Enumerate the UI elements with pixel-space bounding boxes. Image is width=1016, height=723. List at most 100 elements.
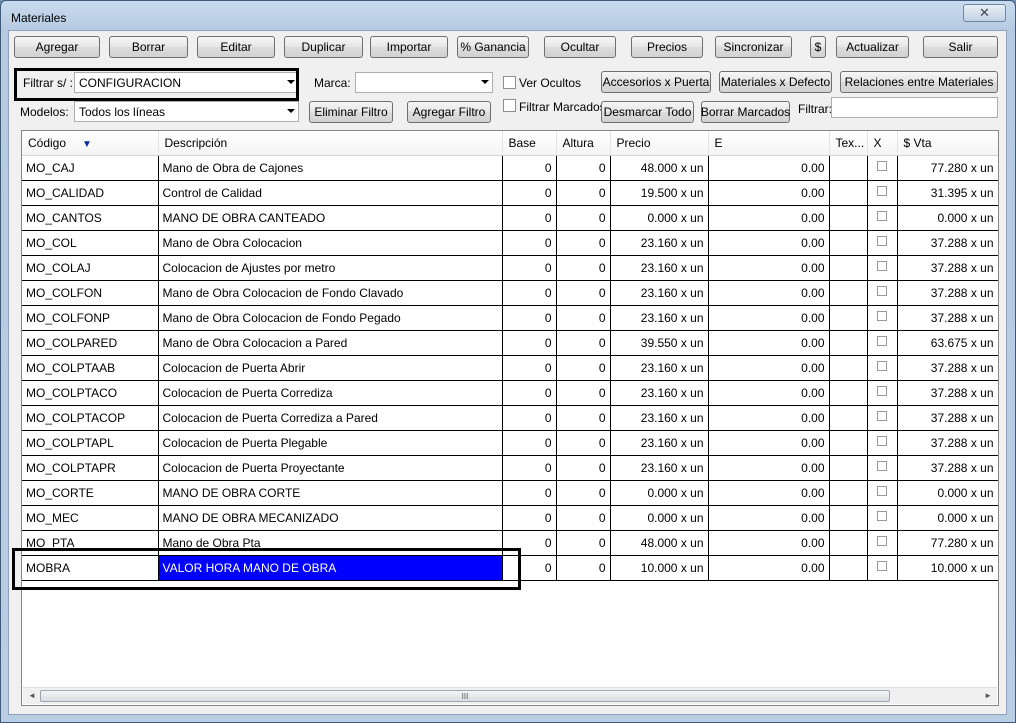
cell-codigo[interactable]: MO_COLPTAPR bbox=[22, 455, 159, 481]
relaciones-materiales-button[interactable]: Relaciones entre Materiales bbox=[840, 71, 998, 93]
cell-tex[interactable] bbox=[829, 480, 868, 506]
cell-codigo[interactable]: MO_COLFONP bbox=[22, 305, 159, 331]
scrollbar-thumb[interactable]: III bbox=[40, 690, 890, 702]
table-row[interactable]: MO_CALIDAD Control de Calidad 0 0 19.500 x u… bbox=[22, 180, 998, 206]
row-checkbox-cell[interactable] bbox=[867, 255, 898, 281]
salir-button[interactable]: Salir bbox=[923, 36, 998, 58]
cell-vta[interactable]: 37.288 x un bbox=[897, 405, 998, 431]
cell-vta[interactable]: 0.000 x un bbox=[897, 480, 998, 506]
row-checkbox-cell[interactable] bbox=[867, 530, 898, 556]
cell-tex[interactable] bbox=[829, 280, 868, 306]
eliminar-filtro-button[interactable]: Eliminar Filtro bbox=[309, 101, 393, 123]
row-checkbox[interactable] bbox=[877, 360, 887, 371]
table-row[interactable]: MO_COLFON Mano de Obra Colocacion de Fond… bbox=[22, 280, 998, 306]
table-row[interactable]: MO_COLPTAPL Colocacion de Puerta Plegable… bbox=[22, 430, 998, 456]
cell-e[interactable]: 0.00 bbox=[708, 205, 830, 231]
cell-codigo[interactable]: MO_COLPARED bbox=[22, 330, 159, 356]
cell-altura[interactable]: 0 bbox=[556, 480, 611, 506]
cell-vta[interactable]: 37.288 x un bbox=[897, 455, 998, 481]
table-row[interactable]: MO_COL Mano de Obra Colocacion 0 0 23.160 x … bbox=[22, 230, 998, 256]
row-checkbox[interactable] bbox=[877, 185, 887, 196]
cell-tex[interactable] bbox=[829, 255, 868, 281]
table-row[interactable]: MO_COLPTAAB Colocacion de Puerta Abrir 0 0 2… bbox=[22, 355, 998, 381]
actualizar-button[interactable]: Actualizar bbox=[836, 36, 909, 58]
cell-precio[interactable]: 23.160 x un bbox=[610, 355, 709, 381]
editar-button[interactable]: Editar bbox=[197, 36, 275, 58]
cell-precio[interactable]: 23.160 x un bbox=[610, 255, 709, 281]
cell-altura[interactable]: 0 bbox=[556, 230, 611, 256]
header-base[interactable]: Base bbox=[502, 131, 557, 156]
cell-altura[interactable]: 0 bbox=[556, 430, 611, 456]
agregar-button[interactable]: Agregar bbox=[14, 36, 100, 58]
table-row[interactable]: MO_CANTOS MANO DE OBRA CANTEADO 0 0 0.000 x … bbox=[22, 205, 998, 231]
cell-tex[interactable] bbox=[829, 305, 868, 331]
header-x[interactable]: X bbox=[867, 131, 898, 156]
row-checkbox[interactable] bbox=[877, 460, 887, 471]
cell-codigo[interactable]: MO_CANTOS bbox=[22, 205, 159, 231]
scroll-right-icon[interactable]: ► bbox=[984, 691, 992, 700]
marca-combo[interactable] bbox=[355, 72, 493, 93]
cell-base[interactable]: 0 bbox=[502, 155, 557, 181]
cell-precio[interactable]: 23.160 x un bbox=[610, 430, 709, 456]
cell-tex[interactable] bbox=[829, 455, 868, 481]
cell-vta[interactable]: 37.288 x un bbox=[897, 280, 998, 306]
cell-precio[interactable]: 0.000 x un bbox=[610, 505, 709, 531]
cell-vta[interactable]: 37.288 x un bbox=[897, 355, 998, 381]
cell-codigo[interactable]: MO_CAJ bbox=[22, 155, 159, 181]
row-checkbox-cell[interactable] bbox=[867, 405, 898, 431]
cell-e[interactable]: 0.00 bbox=[708, 305, 830, 331]
cell-codigo[interactable]: MO_COLPTACOP bbox=[22, 405, 159, 431]
row-checkbox[interactable] bbox=[877, 235, 887, 246]
precios-button[interactable]: Precios bbox=[631, 36, 703, 58]
cell-vta[interactable]: 37.288 x un bbox=[897, 255, 998, 281]
header-codigo[interactable]: Código ▼ bbox=[22, 131, 159, 156]
ver-ocultos-checkbox[interactable] bbox=[503, 76, 516, 89]
cell-precio[interactable]: 39.550 x un bbox=[610, 330, 709, 356]
table-row[interactable]: MO_COLPTACO Colocacion de Puerta Corrediz… bbox=[22, 380, 998, 406]
cell-base[interactable]: 0 bbox=[502, 505, 557, 531]
row-checkbox[interactable] bbox=[877, 485, 887, 496]
cell-e[interactable]: 0.00 bbox=[708, 480, 830, 506]
cell-vta[interactable]: 37.288 x un bbox=[897, 305, 998, 331]
row-checkbox-cell[interactable] bbox=[867, 380, 898, 406]
ganancia-button[interactable]: % Ganancia bbox=[457, 36, 529, 58]
cell-altura[interactable]: 0 bbox=[556, 455, 611, 481]
cell-descripcion[interactable]: VALOR HORA MANO DE OBRA bbox=[158, 555, 503, 581]
table-row[interactable]: MO_MEC MANO DE OBRA MECANIZADO 0 0 0.000 x u… bbox=[22, 505, 998, 531]
cell-codigo[interactable]: MO_CORTE bbox=[22, 480, 159, 506]
table-row[interactable]: MO_CORTE MANO DE OBRA CORTE 0 0 0.000 x un 0.… bbox=[22, 480, 998, 506]
cell-base[interactable]: 0 bbox=[502, 555, 557, 581]
header-precio[interactable]: Precio bbox=[610, 131, 709, 156]
cell-base[interactable]: 0 bbox=[502, 380, 557, 406]
cell-e[interactable]: 0.00 bbox=[708, 155, 830, 181]
cell-tex[interactable] bbox=[829, 155, 868, 181]
materials-grid[interactable]: Código ▼ Descripción Base Altura Precio E… bbox=[21, 130, 999, 706]
table-row[interactable]: MO_COLPTACOP Colocacion de Puerta Corredi… bbox=[22, 405, 998, 431]
header-vta[interactable]: $ Vta bbox=[897, 131, 998, 156]
cell-precio[interactable]: 23.160 x un bbox=[610, 405, 709, 431]
cell-vta[interactable]: 77.280 x un bbox=[897, 530, 998, 556]
cell-altura[interactable]: 0 bbox=[556, 180, 611, 206]
cell-descripcion[interactable]: Colocacion de Puerta Plegable bbox=[158, 430, 503, 456]
row-checkbox[interactable] bbox=[877, 410, 887, 421]
cell-altura[interactable]: 0 bbox=[556, 405, 611, 431]
cell-codigo[interactable]: MO_COLPTAAB bbox=[22, 355, 159, 381]
header-e[interactable]: E bbox=[708, 131, 830, 156]
cell-tex[interactable] bbox=[829, 355, 868, 381]
cell-tex[interactable] bbox=[829, 430, 868, 456]
importar-button[interactable]: Importar bbox=[370, 36, 448, 58]
cell-codigo[interactable]: MO_COL bbox=[22, 230, 159, 256]
cell-base[interactable]: 0 bbox=[502, 305, 557, 331]
cell-descripcion[interactable]: Colocacion de Ajustes por metro bbox=[158, 255, 503, 281]
row-checkbox-cell[interactable] bbox=[867, 430, 898, 456]
filtrar-marcados-checkbox[interactable] bbox=[503, 99, 516, 112]
cell-tex[interactable] bbox=[829, 205, 868, 231]
row-checkbox[interactable] bbox=[877, 335, 887, 346]
row-checkbox-cell[interactable] bbox=[867, 555, 898, 581]
agregar-filtro-button[interactable]: Agregar Filtro bbox=[407, 101, 491, 123]
cell-e[interactable]: 0.00 bbox=[708, 330, 830, 356]
cell-altura[interactable]: 0 bbox=[556, 205, 611, 231]
cell-tex[interactable] bbox=[829, 405, 868, 431]
cell-base[interactable]: 0 bbox=[502, 230, 557, 256]
cell-precio[interactable]: 48.000 x un bbox=[610, 530, 709, 556]
